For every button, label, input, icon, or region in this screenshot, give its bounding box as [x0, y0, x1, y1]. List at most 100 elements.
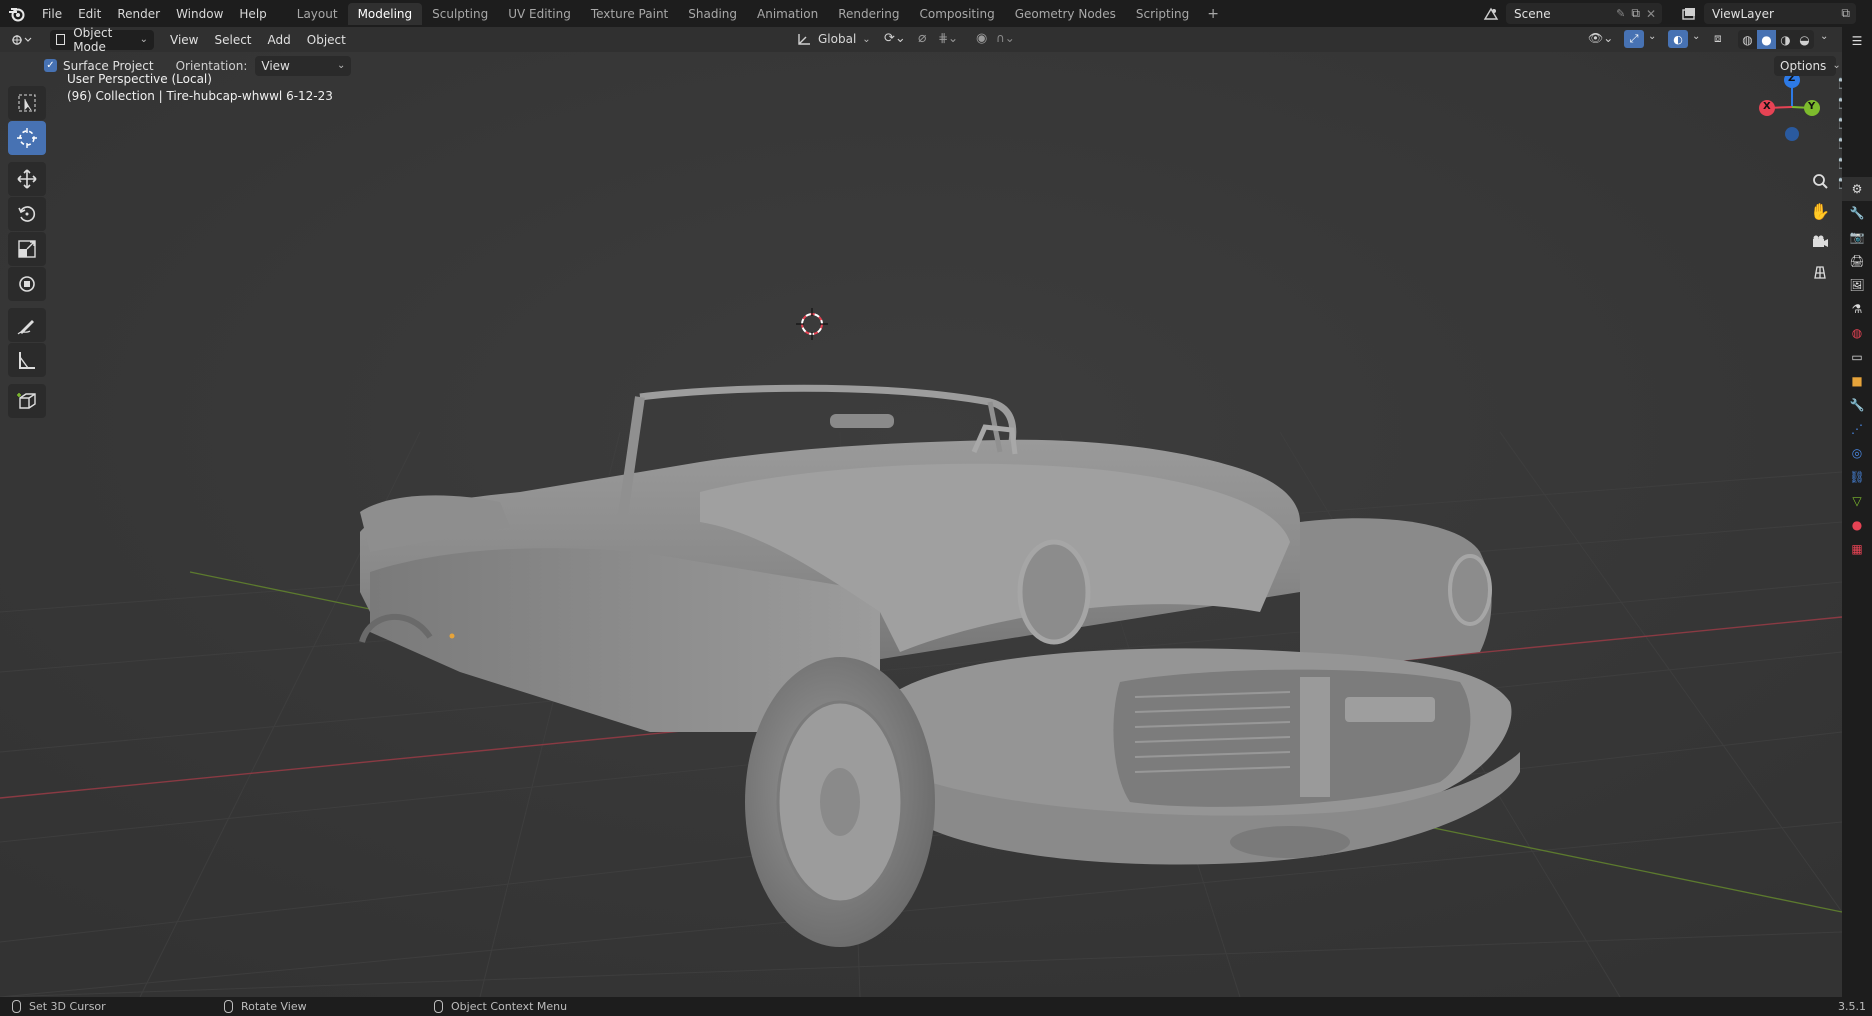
chevron-down-icon: ⌄	[139, 34, 148, 45]
scene-field[interactable]: Scene ✎ ⧉ ✕	[1506, 3, 1662, 24]
render-properties-icon[interactable]: 📷	[1842, 225, 1872, 249]
gizmo-toggle-icon[interactable]: ⤢	[1624, 30, 1644, 48]
blender-logo-icon[interactable]	[0, 0, 34, 27]
material-shading-icon[interactable]: ◑	[1776, 33, 1795, 47]
menu-render[interactable]: Render	[109, 0, 168, 27]
overlays-toggle-icon[interactable]: ◐	[1668, 30, 1688, 48]
options-label: Options	[1780, 58, 1827, 73]
wireframe-shading-icon[interactable]: ◍	[1738, 33, 1757, 47]
material-properties-icon[interactable]: ●	[1842, 513, 1872, 537]
shading-modes: ◍ ● ◑ ◒	[1738, 30, 1814, 49]
gizmo-chevron-icon[interactable]: ⌄	[1648, 31, 1656, 42]
menu-window[interactable]: Window	[168, 0, 231, 27]
snap-target-icon[interactable]: ⋕⌄	[938, 31, 958, 45]
rotate-tool-icon[interactable]	[8, 197, 46, 231]
menu-view[interactable]: View	[162, 33, 206, 47]
snap-toggle-icon[interactable]: ⌀	[918, 30, 926, 46]
pan-hand-icon[interactable]: ✋	[1806, 197, 1834, 225]
physics-properties-icon[interactable]: ◎	[1842, 441, 1872, 465]
menu-edit[interactable]: Edit	[70, 0, 109, 27]
annotate-tool-icon[interactable]	[8, 308, 46, 342]
world-properties-icon[interactable]: ◍	[1842, 321, 1872, 345]
viewlayer-name[interactable]: ViewLayer	[1712, 7, 1841, 21]
status-left-label: Set 3D Cursor	[29, 1000, 106, 1013]
cursor-tool-icon[interactable]	[8, 121, 46, 155]
chevron-down-icon: ⌄	[337, 60, 346, 71]
delete-scene-icon[interactable]: ✕	[1646, 7, 1656, 21]
shading-chevron-icon[interactable]: ⌄	[1820, 31, 1828, 42]
tab-layout[interactable]: Layout	[287, 3, 348, 25]
tab-compositing[interactable]: Compositing	[909, 3, 1004, 25]
3d-viewport[interactable]: User Perspective (Local) (96) Collection…	[0, 52, 1842, 997]
tab-uv-editing[interactable]: UV Editing	[498, 3, 581, 25]
new-scene-icon[interactable]: ⧉	[1631, 6, 1640, 21]
properties-tab-strip: ☰ ⚙ 🔧 📷 🖨 🖼 ⚗ ◍ ▭ ■ 🔧 ⋰ ◎ ⛓ ▽ ● ▦	[1842, 27, 1872, 997]
transform-orientation-dropdown[interactable]: Global ⌄	[796, 29, 871, 49]
tab-texture-paint[interactable]: Texture Paint	[581, 3, 678, 25]
tab-sculpting[interactable]: Sculpting	[422, 3, 498, 25]
transform-tool-icon[interactable]	[8, 267, 46, 301]
output-properties-icon[interactable]: 🖨	[1842, 249, 1872, 273]
outliner-filter-icon[interactable]: ☰	[1842, 29, 1872, 53]
zoom-icon[interactable]	[1806, 167, 1834, 195]
camera-view-icon[interactable]	[1806, 228, 1834, 256]
proportional-edit-icon[interactable]: ◉	[976, 31, 987, 46]
texture-properties-icon[interactable]: ▦	[1842, 537, 1872, 561]
surface-project-checkbox[interactable]: ✓	[44, 59, 57, 72]
editor-type-icon[interactable]	[10, 33, 42, 47]
solid-shading-icon[interactable]: ●	[1757, 30, 1776, 49]
scale-tool-icon[interactable]	[8, 232, 46, 266]
tab-scripting[interactable]: Scripting	[1126, 3, 1199, 25]
tool-properties-icon[interactable]: ⚙	[1842, 177, 1872, 201]
tool-settings-icon[interactable]: 🔧	[1842, 201, 1872, 225]
navigation-gizmo[interactable]: Z X Y	[1752, 72, 1826, 146]
pin-icon[interactable]: ✎	[1616, 7, 1625, 20]
tab-geometry-nodes[interactable]: Geometry Nodes	[1005, 3, 1126, 25]
orientation-dropdown[interactable]: View ⌄	[255, 55, 352, 76]
workspace-tabs: Layout Modeling Sculpting UV Editing Tex…	[287, 0, 1227, 27]
tab-rendering[interactable]: Rendering	[828, 3, 909, 25]
data-properties-icon[interactable]: ▽	[1842, 489, 1872, 513]
view-layer-properties-icon[interactable]: 🖼	[1842, 273, 1872, 297]
add-cube-tool-icon[interactable]	[8, 384, 46, 418]
pivot-point-icon[interactable]: ⟳⌄	[884, 31, 906, 46]
surface-project-label[interactable]: Surface Project	[63, 59, 154, 73]
menu-file[interactable]: File	[34, 0, 70, 27]
menu-help[interactable]: Help	[231, 0, 274, 27]
menu-select[interactable]: Select	[206, 33, 259, 47]
gizmo-x-label: X	[1763, 101, 1771, 112]
new-viewlayer-icon[interactable]: ⧉	[1841, 6, 1850, 21]
viewport-grid	[0, 52, 1842, 997]
select-box-tool-icon[interactable]	[8, 86, 46, 120]
visibility-icon[interactable]: 👁⌄	[1588, 31, 1613, 45]
particles-properties-icon[interactable]: ⋰	[1842, 417, 1872, 441]
scene-name[interactable]: Scene	[1514, 7, 1616, 21]
mode-dropdown[interactable]: Object Mode ⌄	[50, 26, 154, 54]
viewlayer-selector-icon[interactable]	[1676, 3, 1702, 24]
scene-selector-icon[interactable]	[1478, 3, 1504, 24]
add-workspace-button[interactable]: +	[1199, 6, 1227, 22]
tab-shading[interactable]: Shading	[678, 3, 747, 25]
orientation-label: Orientation:	[175, 58, 248, 73]
constraints-properties-icon[interactable]: ⛓	[1842, 465, 1872, 489]
menu-object[interactable]: Object	[299, 33, 354, 47]
viewlayer-field[interactable]: ViewLayer ⧉	[1704, 3, 1856, 24]
xray-toggle-icon[interactable]: ⧈	[1714, 31, 1722, 46]
mouse-middle-icon	[224, 1000, 233, 1013]
overlays-chevron-icon[interactable]: ⌄	[1692, 31, 1700, 42]
scene-properties-icon[interactable]: ⚗	[1842, 297, 1872, 321]
perspective-toggle-icon[interactable]	[1806, 258, 1834, 286]
tab-modeling[interactable]: Modeling	[347, 2, 423, 25]
falloff-icon[interactable]: ∩⌄	[996, 31, 1015, 45]
tab-animation[interactable]: Animation	[747, 3, 828, 25]
collection-info-label: (96) Collection | Tire-hubcap-whwwl 6-12…	[67, 89, 333, 103]
move-tool-icon[interactable]	[8, 162, 46, 196]
menu-add[interactable]: Add	[260, 33, 299, 47]
modifier-properties-icon[interactable]: 🔧	[1842, 393, 1872, 417]
measure-tool-icon[interactable]	[8, 343, 46, 377]
collection-properties-icon[interactable]: ▭	[1842, 345, 1872, 369]
rendered-shading-icon[interactable]: ◒	[1795, 33, 1814, 47]
tool-settings-bar: ✓ Surface Project Orientation: View ⌄ Op…	[0, 52, 1842, 79]
object-properties-icon[interactable]: ■	[1842, 369, 1872, 393]
options-dropdown[interactable]: Options ⌄	[1774, 55, 1841, 76]
